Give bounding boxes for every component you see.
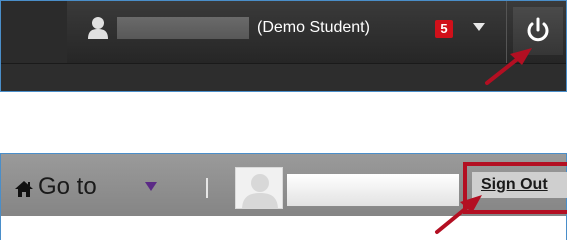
annotation-arrows bbox=[435, 48, 532, 234]
arrow-to-power-icon bbox=[485, 48, 532, 85]
arrow-to-signout-link bbox=[435, 195, 482, 234]
